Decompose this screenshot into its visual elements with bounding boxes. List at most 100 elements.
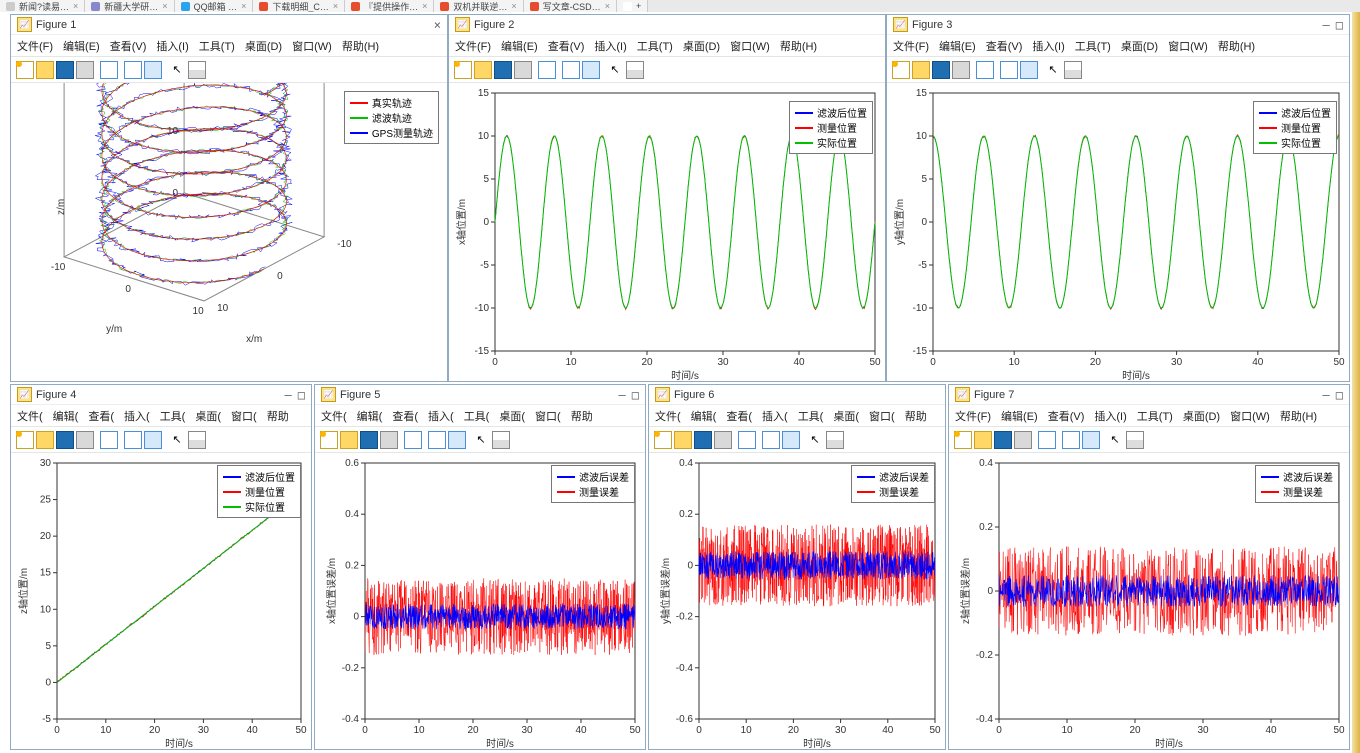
- menu-item[interactable]: 文件(: [655, 408, 681, 424]
- pointer-icon[interactable]: ↖: [1106, 431, 1124, 449]
- save-icon[interactable]: [932, 61, 950, 79]
- tile1-icon[interactable]: [124, 61, 142, 79]
- grid-icon[interactable]: [188, 61, 206, 79]
- tile1-icon[interactable]: [1000, 61, 1018, 79]
- save-icon[interactable]: [494, 61, 512, 79]
- menu-item[interactable]: 工具(T): [199, 38, 235, 54]
- tile1-icon[interactable]: [428, 431, 446, 449]
- grid-icon[interactable]: [826, 431, 844, 449]
- save-icon[interactable]: [56, 61, 74, 79]
- new-file-icon[interactable]: [16, 61, 34, 79]
- maximize-icon[interactable]: □: [632, 388, 639, 402]
- print-icon[interactable]: [1014, 431, 1032, 449]
- menu-item[interactable]: 文件(F): [17, 38, 53, 54]
- menu-item[interactable]: 查看(: [392, 408, 418, 424]
- menu-item[interactable]: 窗口(W): [730, 38, 770, 54]
- browser-tab[interactable]: 『提供操作…×: [345, 0, 434, 12]
- menu-item[interactable]: 文件(: [17, 408, 43, 424]
- menu-item[interactable]: 编辑(E): [63, 38, 100, 54]
- close-icon[interactable]: ×: [162, 1, 167, 11]
- title-bar[interactable]: 📈 Figure 1×: [11, 15, 447, 35]
- save-icon[interactable]: [694, 431, 712, 449]
- minimize-icon[interactable]: —: [285, 388, 292, 402]
- menu-item[interactable]: 查看(V): [1048, 408, 1085, 424]
- menu-item[interactable]: 工具(: [464, 408, 490, 424]
- menu-item[interactable]: 插入(: [428, 408, 454, 424]
- menu-item[interactable]: 文件(F): [455, 38, 491, 54]
- print-icon[interactable]: [952, 61, 970, 79]
- pointer-icon[interactable]: ↖: [472, 431, 490, 449]
- menu-item[interactable]: 窗口(: [869, 408, 895, 424]
- new-file-icon[interactable]: [16, 431, 34, 449]
- tile2-icon[interactable]: [1020, 61, 1038, 79]
- title-bar[interactable]: 📈 Figure 5—□: [315, 385, 645, 405]
- menu-item[interactable]: 帮助(H): [342, 38, 379, 54]
- close-icon[interactable]: ×: [434, 18, 441, 32]
- menu-item[interactable]: 帮助(H): [780, 38, 817, 54]
- menu-item[interactable]: 工具(T): [1075, 38, 1111, 54]
- pointer-icon[interactable]: ↖: [606, 61, 624, 79]
- pointer-icon[interactable]: ↖: [806, 431, 824, 449]
- menu-item[interactable]: 帮助: [571, 408, 593, 424]
- title-bar[interactable]: 📈 Figure 3—□: [887, 15, 1349, 35]
- pointer-icon[interactable]: ↖: [168, 61, 186, 79]
- open-file-icon[interactable]: [974, 431, 992, 449]
- menu-item[interactable]: 文件(F): [955, 408, 991, 424]
- menu-item[interactable]: 工具(T): [637, 38, 673, 54]
- menu-item[interactable]: 插入(: [124, 408, 150, 424]
- menu-item[interactable]: 桌面(D): [1183, 408, 1220, 424]
- menu-item[interactable]: 插入(I): [1094, 408, 1126, 424]
- tile1-icon[interactable]: [762, 431, 780, 449]
- tile2-icon[interactable]: [448, 431, 466, 449]
- window-icon[interactable]: [738, 431, 756, 449]
- menu-item[interactable]: 编辑(: [53, 408, 79, 424]
- menu-item[interactable]: 查看(: [726, 408, 752, 424]
- menu-item[interactable]: 编辑(E): [939, 38, 976, 54]
- close-icon[interactable]: ×: [333, 1, 338, 11]
- tile2-icon[interactable]: [782, 431, 800, 449]
- new-file-icon[interactable]: [654, 431, 672, 449]
- menu-item[interactable]: 插入(I): [156, 38, 188, 54]
- browser-tab[interactable]: 双机并联逆…×: [434, 0, 523, 12]
- pointer-icon[interactable]: ↖: [1044, 61, 1062, 79]
- menu-item[interactable]: 工具(: [160, 408, 186, 424]
- menu-item[interactable]: 插入(: [762, 408, 788, 424]
- maximize-icon[interactable]: □: [298, 388, 305, 402]
- tile1-icon[interactable]: [562, 61, 580, 79]
- open-file-icon[interactable]: [674, 431, 692, 449]
- tile1-icon[interactable]: [1062, 431, 1080, 449]
- grid-icon[interactable]: [626, 61, 644, 79]
- save-icon[interactable]: [994, 431, 1012, 449]
- minimize-icon[interactable]: —: [1323, 388, 1330, 402]
- browser-tab[interactable]: 下载明细_C…×: [253, 0, 345, 12]
- close-icon[interactable]: ×: [241, 1, 246, 11]
- new-file-icon[interactable]: [320, 431, 338, 449]
- menu-item[interactable]: 工具(: [798, 408, 824, 424]
- browser-tab[interactable]: QQ邮箱 …×: [175, 0, 254, 12]
- close-icon[interactable]: ×: [422, 1, 427, 11]
- close-icon[interactable]: ×: [605, 1, 610, 11]
- menu-item[interactable]: 窗口(W): [1230, 408, 1270, 424]
- menu-item[interactable]: 工具(T): [1137, 408, 1173, 424]
- menu-item[interactable]: 帮助(H): [1218, 38, 1255, 54]
- title-bar[interactable]: 📈 Figure 2: [449, 15, 885, 35]
- new-file-icon[interactable]: [454, 61, 472, 79]
- browser-tab[interactable]: 新疆大学研…×: [85, 0, 174, 12]
- menu-item[interactable]: 编辑(E): [1001, 408, 1038, 424]
- open-file-icon[interactable]: [474, 61, 492, 79]
- menu-item[interactable]: 桌面(: [833, 408, 859, 424]
- maximize-icon[interactable]: □: [1336, 388, 1343, 402]
- menu-item[interactable]: 编辑(: [691, 408, 717, 424]
- browser-tab[interactable]: 写文章-CSD…×: [524, 0, 617, 12]
- menu-item[interactable]: 桌面(D): [683, 38, 720, 54]
- menu-item[interactable]: 查看(V): [986, 38, 1023, 54]
- browser-tab[interactable]: +: [617, 0, 648, 12]
- save-icon[interactable]: [56, 431, 74, 449]
- print-icon[interactable]: [76, 61, 94, 79]
- menu-item[interactable]: 窗口(W): [1168, 38, 1208, 54]
- menu-item[interactable]: 帮助: [267, 408, 289, 424]
- window-icon[interactable]: [976, 61, 994, 79]
- open-file-icon[interactable]: [340, 431, 358, 449]
- print-icon[interactable]: [514, 61, 532, 79]
- menu-item[interactable]: 查看(V): [110, 38, 147, 54]
